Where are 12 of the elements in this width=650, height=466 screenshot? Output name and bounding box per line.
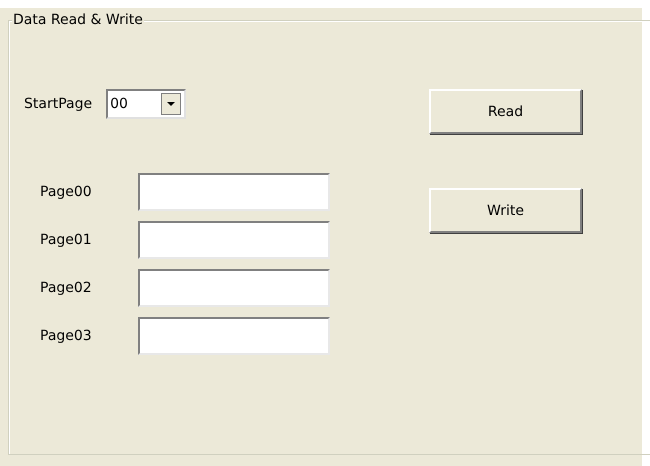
start-page-label: StartPage bbox=[24, 95, 92, 114]
page-input-field[interactable] bbox=[138, 269, 330, 307]
action-button[interactable]: Read bbox=[429, 89, 582, 134]
action-button[interactable]: Write bbox=[429, 188, 582, 233]
page-input-field[interactable] bbox=[138, 221, 330, 259]
page-label: Page01 bbox=[40, 231, 93, 250]
page-label: Page03 bbox=[40, 327, 93, 346]
start-page-dropdown[interactable]: 00 bbox=[106, 89, 186, 119]
page-input-field[interactable] bbox=[138, 173, 330, 211]
page-label: Page00 bbox=[40, 183, 93, 202]
page-label: Page02 bbox=[40, 279, 93, 298]
page-input-field[interactable] bbox=[138, 317, 330, 355]
